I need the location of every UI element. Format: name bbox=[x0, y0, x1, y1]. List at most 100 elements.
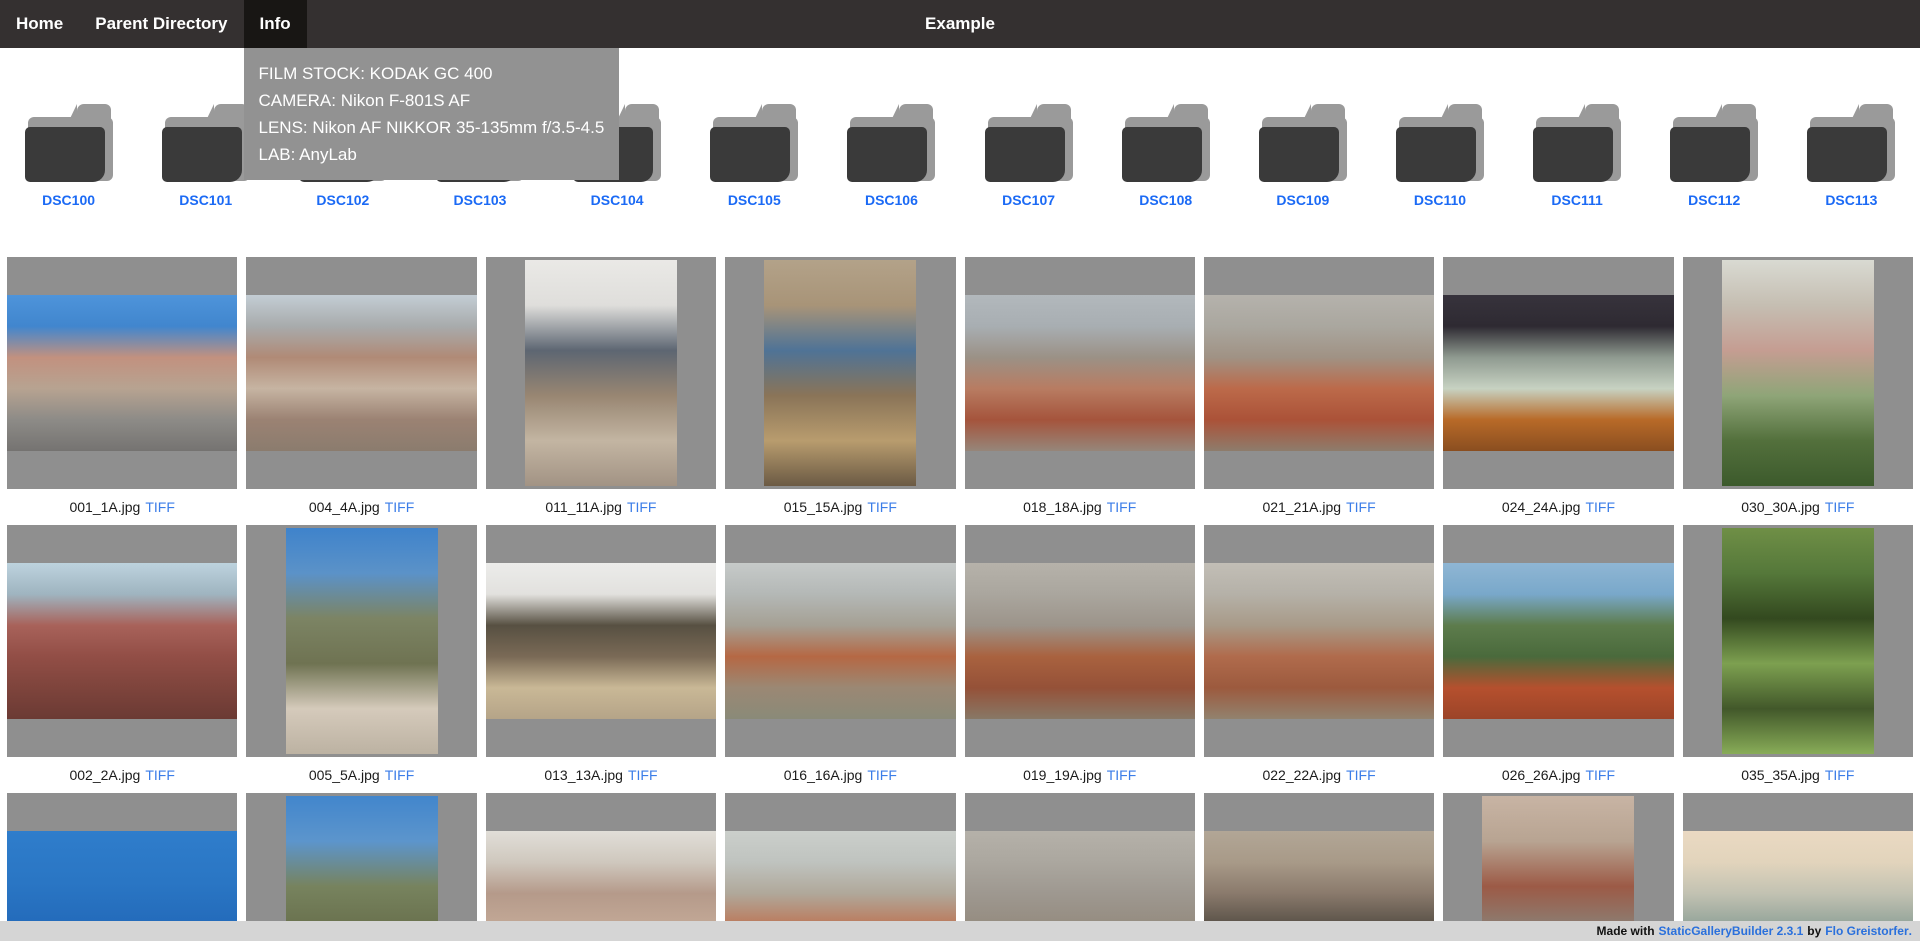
info-tooltip-line: CAMERA: Nikon F-801S AF bbox=[259, 87, 605, 114]
footer-made-with-text: Made with bbox=[1597, 924, 1655, 938]
photo-thumbnail-link[interactable] bbox=[1443, 257, 1673, 489]
footer-author-link[interactable]: Flo Greistorfer bbox=[1825, 924, 1908, 938]
photo-thumbnail-link[interactable] bbox=[965, 257, 1195, 489]
tiff-link[interactable]: TIFF bbox=[867, 767, 897, 783]
folder-item-dsc112[interactable]: DSC112 bbox=[1646, 104, 1783, 208]
tiff-link[interactable]: TIFF bbox=[385, 767, 415, 783]
photo-thumbnail-link[interactable] bbox=[486, 793, 716, 941]
folder-item-dsc107[interactable]: DSC107 bbox=[960, 104, 1097, 208]
folder-label[interactable]: DSC104 bbox=[591, 192, 644, 208]
photo-image bbox=[1722, 260, 1874, 486]
photo-filename: 004_4A.jpg bbox=[309, 499, 380, 515]
folder-icon[interactable] bbox=[1670, 104, 1758, 182]
folder-item-dsc105[interactable]: DSC105 bbox=[686, 104, 823, 208]
folder-label[interactable]: DSC105 bbox=[728, 192, 781, 208]
tiff-link[interactable]: TIFF bbox=[1825, 767, 1855, 783]
tiff-link[interactable]: TIFF bbox=[1585, 767, 1615, 783]
photo-thumbnail-link[interactable] bbox=[725, 257, 955, 489]
photo-image bbox=[7, 563, 237, 719]
nav-items: HomeParent DirectoryInfoFILM STOCK: KODA… bbox=[0, 0, 307, 48]
tiff-link[interactable]: TIFF bbox=[867, 499, 897, 515]
photo-thumbnail-link[interactable] bbox=[486, 257, 716, 489]
photo-cell bbox=[1204, 793, 1434, 941]
folder-item-dsc110[interactable]: DSC110 bbox=[1371, 104, 1508, 208]
photo-caption: 030_30A.jpgTIFF bbox=[1683, 489, 1913, 525]
folder-icon[interactable] bbox=[1396, 104, 1484, 182]
folder-item-dsc108[interactable]: DSC108 bbox=[1097, 104, 1234, 208]
folder-label[interactable]: DSC111 bbox=[1551, 192, 1602, 208]
folder-item-dsc111[interactable]: DSC111 bbox=[1509, 104, 1646, 208]
tiff-link[interactable]: TIFF bbox=[1107, 767, 1137, 783]
photo-thumbnail-link[interactable] bbox=[1204, 257, 1434, 489]
folder-label[interactable]: DSC110 bbox=[1414, 192, 1466, 208]
folder-icon[interactable] bbox=[162, 104, 250, 182]
photo-image bbox=[1722, 528, 1874, 754]
photo-thumbnail-link[interactable] bbox=[246, 257, 476, 489]
nav-item-home[interactable]: Home bbox=[0, 0, 79, 48]
folder-label[interactable]: DSC109 bbox=[1276, 192, 1329, 208]
photo-thumbnail-link[interactable] bbox=[1443, 525, 1673, 757]
folder-label[interactable]: DSC100 bbox=[42, 192, 95, 208]
photo-filename: 018_18A.jpg bbox=[1023, 499, 1102, 515]
folder-icon-front bbox=[1396, 127, 1476, 182]
photo-thumbnail-link[interactable] bbox=[7, 525, 237, 757]
photo-thumbnail-link[interactable] bbox=[1683, 257, 1913, 489]
tiff-link[interactable]: TIFF bbox=[627, 499, 657, 515]
folder-icon-front bbox=[1533, 127, 1613, 182]
folder-icon[interactable] bbox=[985, 104, 1073, 182]
folder-icon[interactable] bbox=[1807, 104, 1895, 182]
photo-thumbnail-link[interactable] bbox=[1204, 793, 1434, 941]
nav-item-info[interactable]: InfoFILM STOCK: KODAK GC 400CAMERA: Niko… bbox=[244, 0, 307, 48]
tiff-link[interactable]: TIFF bbox=[1107, 499, 1137, 515]
tiff-link[interactable]: TIFF bbox=[1346, 499, 1376, 515]
tiff-link[interactable]: TIFF bbox=[145, 767, 175, 783]
photo-cell bbox=[965, 793, 1195, 941]
folder-label[interactable]: DSC101 bbox=[179, 192, 232, 208]
folder-label[interactable]: DSC107 bbox=[1002, 192, 1055, 208]
folder-label[interactable]: DSC112 bbox=[1688, 192, 1740, 208]
folder-label[interactable]: DSC103 bbox=[454, 192, 507, 208]
photo-grid: 001_1A.jpgTIFF004_4A.jpgTIFF011_11A.jpgT… bbox=[0, 257, 1920, 941]
photo-filename: 035_35A.jpg bbox=[1741, 767, 1820, 783]
photo-thumbnail-link[interactable] bbox=[246, 525, 476, 757]
photo-thumbnail-link[interactable] bbox=[965, 793, 1195, 941]
photo-thumbnail-link[interactable] bbox=[725, 793, 955, 941]
tiff-link[interactable]: TIFF bbox=[1825, 499, 1855, 515]
tiff-link[interactable]: TIFF bbox=[385, 499, 415, 515]
photo-thumbnail-link[interactable] bbox=[1683, 525, 1913, 757]
photo-thumbnail-link[interactable] bbox=[486, 525, 716, 757]
photo-thumbnail-link[interactable] bbox=[725, 525, 955, 757]
photo-image bbox=[1482, 796, 1634, 941]
photo-thumbnail-link[interactable] bbox=[1443, 793, 1673, 941]
photo-thumbnail-link[interactable] bbox=[7, 257, 237, 489]
photo-image bbox=[246, 295, 476, 451]
photo-cell: 035_35A.jpg TIFF bbox=[1683, 525, 1913, 793]
folder-label[interactable]: DSC108 bbox=[1139, 192, 1192, 208]
photo-thumbnail-link[interactable] bbox=[7, 793, 237, 941]
folder-icon[interactable] bbox=[710, 104, 798, 182]
folder-icon[interactable] bbox=[25, 104, 113, 182]
folder-icon[interactable] bbox=[847, 104, 935, 182]
folder-icon[interactable] bbox=[1259, 104, 1347, 182]
tiff-link[interactable]: TIFF bbox=[628, 767, 658, 783]
photo-filename: 022_22A.jpg bbox=[1262, 767, 1341, 783]
top-nav-bar: HomeParent DirectoryInfoFILM STOCK: KODA… bbox=[0, 0, 1920, 48]
folder-item-dsc109[interactable]: DSC109 bbox=[1234, 104, 1371, 208]
folder-item-dsc100[interactable]: DSC100 bbox=[0, 104, 137, 208]
folder-icon[interactable] bbox=[1122, 104, 1210, 182]
folder-label[interactable]: DSC113 bbox=[1825, 192, 1877, 208]
footer-builder-link[interactable]: StaticGalleryBuilder 2.3.1 bbox=[1659, 924, 1804, 938]
photo-thumbnail-link[interactable] bbox=[1683, 793, 1913, 941]
photo-thumbnail-link[interactable] bbox=[965, 525, 1195, 757]
nav-item-parent-directory[interactable]: Parent Directory bbox=[79, 0, 243, 48]
folder-icon[interactable] bbox=[1533, 104, 1621, 182]
photo-thumbnail-link[interactable] bbox=[246, 793, 476, 941]
folder-item-dsc113[interactable]: DSC113 bbox=[1783, 104, 1920, 208]
tiff-link[interactable]: TIFF bbox=[1585, 499, 1615, 515]
folder-item-dsc106[interactable]: DSC106 bbox=[823, 104, 960, 208]
photo-thumbnail-link[interactable] bbox=[1204, 525, 1434, 757]
tiff-link[interactable]: TIFF bbox=[145, 499, 175, 515]
folder-label[interactable]: DSC106 bbox=[865, 192, 918, 208]
folder-label[interactable]: DSC102 bbox=[316, 192, 369, 208]
tiff-link[interactable]: TIFF bbox=[1346, 767, 1376, 783]
